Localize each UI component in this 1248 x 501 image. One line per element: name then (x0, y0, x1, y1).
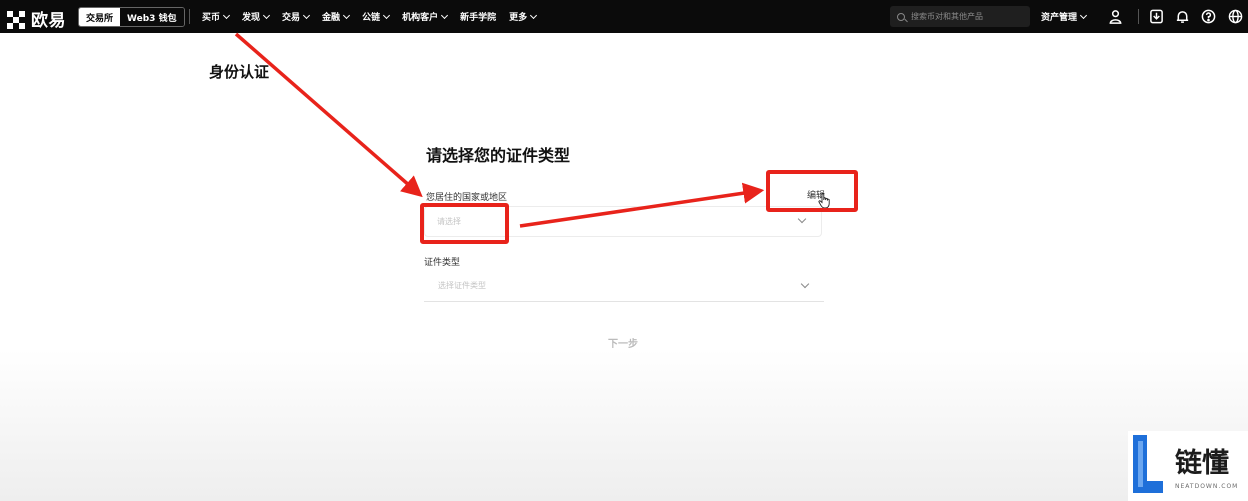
nav-item-label: 买币 (202, 13, 221, 23)
chevron-down-icon (530, 11, 538, 19)
top-nav-bar: 欧易 交易所 Web3 钱包 买币 发现 交易 金融 公链 机构客户 新手学院 … (0, 0, 1248, 33)
logo[interactable]: 欧易 (6, 6, 66, 31)
chevron-down-icon (800, 279, 810, 289)
nav-item-public-chain[interactable]: 公链 (362, 10, 391, 23)
nav-item-label: 公链 (362, 13, 381, 23)
nav-item-buy-crypto[interactable]: 买币 (202, 10, 231, 23)
nav-item-trade[interactable]: 交易 (282, 10, 311, 23)
nav-item-academy[interactable]: 新手学院 (460, 10, 496, 23)
form-title: 请选择您的证件类型 (426, 146, 571, 165)
mode-switch: 交易所 Web3 钱包 (78, 7, 185, 27)
search-input[interactable]: 搜索币对和其他产品 (890, 6, 1030, 27)
search-icon (897, 12, 905, 21)
brand-name: 欧易 (31, 11, 66, 31)
nav-item-discover[interactable]: 发现 (242, 10, 271, 23)
chevron-down-icon (303, 11, 311, 19)
watermark: 链懂 NEATDOWN.COM (1128, 431, 1248, 501)
chevron-down-icon (343, 11, 351, 19)
search-placeholder: 搜索币对和其他产品 (911, 12, 983, 21)
nav-item-label: 机构客户 (402, 13, 439, 23)
nav-item-label: 金融 (322, 13, 341, 23)
nav-item-label: 发现 (242, 13, 261, 23)
chevron-down-icon (441, 11, 449, 19)
chevron-down-icon (1079, 11, 1088, 19)
download-icon[interactable] (1148, 8, 1165, 25)
document-type-select[interactable]: 选择证件类型 (424, 272, 824, 302)
toolbar-divider (1138, 9, 1139, 24)
arrow-to-country (234, 32, 423, 198)
nav-item-more[interactable]: 更多 (509, 10, 538, 23)
nav-divider (189, 9, 190, 24)
country-label: 您居住的国家或地区 (426, 193, 508, 203)
annotation-arrows (234, 32, 765, 228)
chevron-down-icon (262, 11, 271, 19)
next-button[interactable]: 下一步 (608, 335, 638, 350)
chevron-down-icon (797, 214, 807, 224)
tab-exchange[interactable]: 交易所 (79, 8, 121, 26)
watermark-brand: 链懂 (1175, 448, 1229, 479)
asset-management-menu[interactable]: 资产管理 (1041, 0, 1088, 33)
highlight-box-edit (766, 170, 858, 212)
page-title: 身份认证 (209, 63, 270, 81)
nav-item-finance[interactable]: 金融 (322, 10, 351, 23)
nav-item-label: 交易 (282, 13, 301, 23)
tab-web3-wallet[interactable]: Web3 钱包 (120, 8, 184, 26)
nav-item-label: 新手学院 (460, 13, 497, 23)
watermark-logo-icon (1133, 435, 1163, 493)
nav-item-institutional[interactable]: 机构客户 (402, 10, 449, 23)
user-icon[interactable] (1107, 8, 1124, 25)
help-icon[interactable] (1200, 8, 1217, 25)
main-nav: 买币 发现 交易 金融 公链 机构客户 新手学院 更多 (202, 0, 549, 33)
asset-management-label: 资产管理 (1041, 13, 1078, 23)
chevron-down-icon (222, 11, 231, 19)
document-type-label: 证件类型 (424, 258, 461, 268)
document-type-placeholder: 选择证件类型 (438, 281, 486, 290)
nav-item-label: 更多 (509, 13, 528, 23)
highlight-box-country (420, 203, 509, 244)
globe-icon[interactable] (1227, 8, 1244, 25)
chevron-down-icon (383, 11, 391, 19)
okx-logo-icon (6, 9, 26, 29)
bell-icon[interactable] (1174, 8, 1191, 25)
watermark-subtitle: NEATDOWN.COM (1175, 483, 1239, 490)
